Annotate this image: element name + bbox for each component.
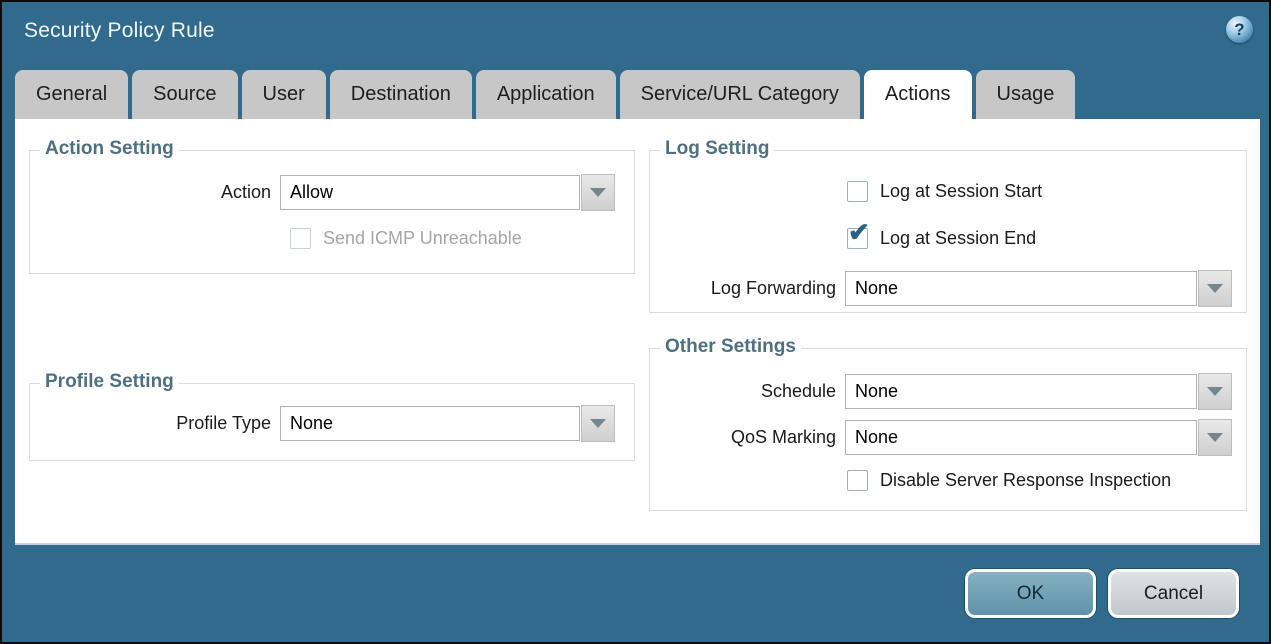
send-icmp-label: Send ICMP Unreachable [323, 228, 522, 249]
schedule-row: Schedule None [662, 373, 1232, 410]
log-session-start-row: Log at Session Start [847, 181, 1042, 202]
chevron-down-icon [590, 419, 606, 428]
qos-marking-label: QoS Marking [662, 427, 836, 448]
ok-button[interactable]: OK [965, 569, 1096, 618]
help-icon-glyph: ? [1234, 20, 1244, 40]
log-setting-legend: Log Setting [660, 138, 774, 160]
cancel-button[interactable]: Cancel [1108, 569, 1239, 618]
tab-service-url-category[interactable]: Service/URL Category [620, 70, 860, 119]
action-setting-legend: Action Setting [40, 138, 179, 160]
log-session-end-checkbox[interactable]: ✔ [847, 228, 868, 249]
schedule-combo: None [845, 373, 1232, 410]
security-policy-rule-dialog: Security Policy Rule ? General Source Us… [0, 0, 1271, 644]
send-icmp-row: Send ICMP Unreachable [290, 228, 522, 249]
tab-general[interactable]: General [15, 70, 128, 119]
tab-actions[interactable]: Actions [864, 70, 972, 119]
log-forwarding-combo: None [845, 270, 1232, 307]
qos-marking-combo: None [845, 419, 1232, 456]
schedule-label: Schedule [662, 381, 836, 402]
dsri-checkbox[interactable] [847, 470, 868, 491]
action-dropdown-button[interactable] [581, 174, 615, 211]
action-combo: Allow [280, 174, 615, 211]
tab-user[interactable]: User [242, 70, 326, 119]
schedule-select[interactable]: None [845, 374, 1197, 409]
log-forwarding-row: Log Forwarding None [662, 270, 1232, 307]
log-session-end-row: ✔ Log at Session End [847, 228, 1036, 249]
tab-source[interactable]: Source [132, 70, 237, 119]
profile-setting-fieldset: Profile Setting Profile Type None [29, 383, 635, 461]
profile-type-dropdown-button[interactable] [581, 405, 615, 442]
log-session-start-checkbox[interactable] [847, 181, 868, 202]
send-icmp-checkbox [290, 228, 311, 249]
tab-usage[interactable]: Usage [976, 70, 1076, 119]
qos-marking-row: QoS Marking None [662, 419, 1232, 456]
chevron-down-icon [1207, 284, 1223, 293]
log-session-start-label: Log at Session Start [880, 181, 1042, 202]
action-label: Action [30, 182, 271, 203]
profile-type-label: Profile Type [30, 413, 271, 434]
chevron-down-icon [1207, 433, 1223, 442]
log-session-end-label: Log at Session End [880, 228, 1036, 249]
chevron-down-icon [1207, 387, 1223, 396]
other-settings-legend: Other Settings [660, 336, 801, 358]
log-setting-fieldset: Log Setting Log at Session Start ✔ Log a… [649, 150, 1247, 313]
tab-destination[interactable]: Destination [330, 70, 472, 119]
log-forwarding-dropdown-button[interactable] [1198, 270, 1232, 307]
tab-application[interactable]: Application [476, 70, 616, 119]
chevron-down-icon [590, 188, 606, 197]
profile-type-row: Profile Type None [30, 405, 615, 442]
dialog-title: Security Policy Rule [24, 19, 215, 43]
action-setting-fieldset: Action Setting Action Allow Send ICMP Un… [29, 150, 635, 274]
other-settings-fieldset: Other Settings Schedule None QoS Marking… [649, 348, 1247, 511]
help-icon[interactable]: ? [1226, 16, 1253, 43]
log-forwarding-label: Log Forwarding [662, 278, 836, 299]
checkmark-icon: ✔ [848, 219, 870, 245]
action-row: Action Allow [30, 174, 615, 211]
tab-bar: General Source User Destination Applicat… [15, 70, 1075, 119]
profile-type-combo: None [280, 405, 615, 442]
profile-setting-legend: Profile Setting [40, 371, 179, 393]
actions-tab-panel: Action Setting Action Allow Send ICMP Un… [15, 119, 1260, 545]
qos-marking-dropdown-button[interactable] [1198, 419, 1232, 456]
qos-marking-select[interactable]: None [845, 420, 1197, 455]
log-forwarding-select[interactable]: None [845, 271, 1197, 306]
schedule-dropdown-button[interactable] [1198, 373, 1232, 410]
action-select[interactable]: Allow [280, 175, 580, 210]
profile-type-select[interactable]: None [280, 406, 580, 441]
dsri-row: Disable Server Response Inspection [847, 470, 1171, 491]
dsri-label: Disable Server Response Inspection [880, 470, 1171, 491]
